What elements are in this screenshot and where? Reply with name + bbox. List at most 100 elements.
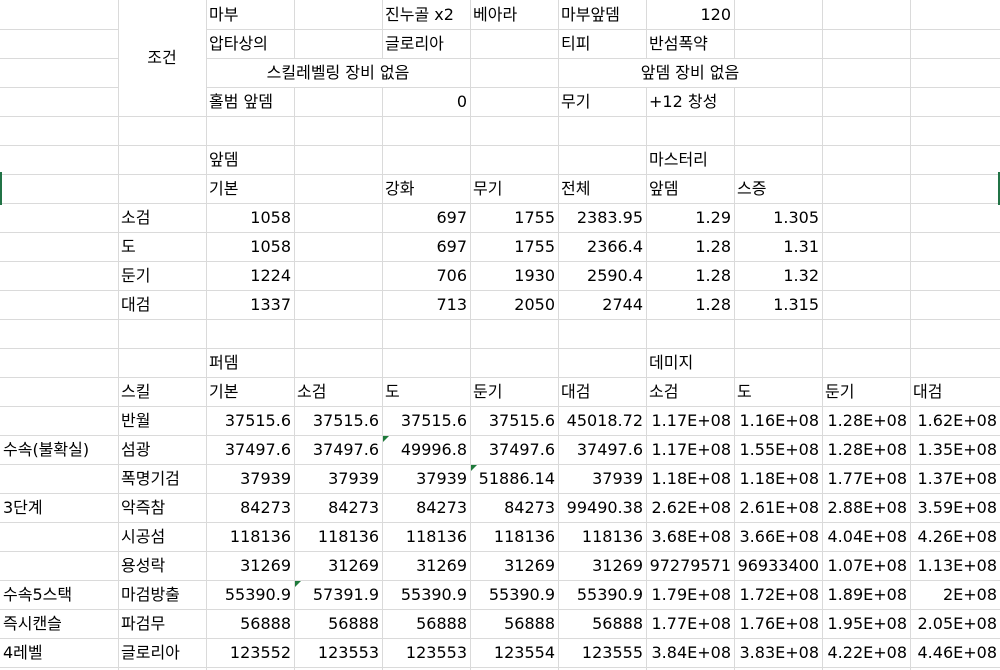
perdem-header-cell[interactable]: 소검 [294, 377, 382, 406]
perdem-value-cell[interactable]: 97279571 [646, 551, 734, 580]
apdem-base-cell[interactable]: 1224 [206, 261, 294, 290]
apdem-header-cell[interactable]: 앞뎀 [646, 174, 734, 203]
perdem-header-cell[interactable]: 도 [382, 377, 470, 406]
apdem-total-cell[interactable]: 2366.4 [558, 232, 646, 261]
apdem-total-cell[interactable]: 2383.95 [558, 203, 646, 232]
apdem-total-cell[interactable]: 2590.4 [558, 261, 646, 290]
perdem-value-cell[interactable]: 2.61E+08 [734, 493, 822, 522]
perdem-header-cell[interactable]: 기본 [206, 377, 294, 406]
perdem-title-cell[interactable]: 퍼뎀 [206, 348, 294, 377]
perdem-value-cell[interactable]: 1.37E+08 [910, 464, 1000, 493]
perdem-value-cell[interactable]: 123554 [470, 638, 558, 667]
perdem-skill-cell[interactable]: 폭명기검 [118, 464, 206, 493]
perdem-skill-cell[interactable]: 악즉참 [118, 493, 206, 522]
cell-mabu-apdem[interactable]: 마부앞뎀 [558, 0, 646, 29]
perdem-skill-cell[interactable]: 섬광 [118, 435, 206, 464]
perdem-value-cell[interactable]: 1.72E+08 [734, 580, 822, 609]
perdem-value-cell[interactable]: 1.18E+08 [646, 464, 734, 493]
perdem-value-cell[interactable]: 31269 [382, 551, 470, 580]
perdem-header-cell[interactable]: 대검 [558, 377, 646, 406]
perdem-value-cell[interactable]: 37515.6 [470, 406, 558, 435]
perdem-value-cell[interactable]: 37497.6 [206, 435, 294, 464]
cell-apdem-equip-note[interactable]: 앞뎀 장비 없음 [558, 58, 822, 87]
perdem-value-cell[interactable]: 37939 [382, 464, 470, 493]
perdem-value-cell[interactable]: 1.18E+08 [734, 464, 822, 493]
perdem-value-cell[interactable]: 55390.9 [470, 580, 558, 609]
apdem-row-label[interactable]: 도 [118, 232, 206, 261]
perdem-value-cell[interactable]: 56888 [294, 609, 382, 638]
apdem-row-label[interactable]: 소검 [118, 203, 206, 232]
perdem-skill-cell[interactable]: 마검방출 [118, 580, 206, 609]
perdem-value-cell[interactable]: 1.77E+08 [822, 464, 910, 493]
perdem-value-cell[interactable]: 1.28E+08 [822, 406, 910, 435]
perdem-value-cell[interactable]: 123552 [206, 638, 294, 667]
apdem-base-cell[interactable]: 1058 [206, 232, 294, 261]
perdem-value-cell[interactable]: 84273 [382, 493, 470, 522]
perdem-value-cell[interactable]: 31269 [558, 551, 646, 580]
apdem-base-cell[interactable]: 1337 [206, 290, 294, 319]
perdem-value-cell[interactable]: 37497.6 [558, 435, 646, 464]
cell-tipi[interactable]: 티피 [558, 29, 646, 58]
perdem-value-cell[interactable]: 55390.9 [382, 580, 470, 609]
perdem-value-cell[interactable]: 123555 [558, 638, 646, 667]
cell-beara[interactable]: 베아라 [470, 0, 558, 29]
perdem-value-cell[interactable]: 4.04E+08 [822, 522, 910, 551]
perdem-value-cell[interactable]: 118136 [558, 522, 646, 551]
perdem-value-cell[interactable]: 45018.72 [558, 406, 646, 435]
perdem-value-cell[interactable]: 1.28E+08 [822, 435, 910, 464]
perdem-value-cell[interactable]: 3.59E+08 [910, 493, 1000, 522]
perdem-value-cell[interactable]: 1.07E+08 [822, 551, 910, 580]
cell-jinugol[interactable]: 진누골 x2 [382, 0, 470, 29]
apdem-header-cell[interactable]: 무기 [470, 174, 558, 203]
apdem-header-cell[interactable]: 강화 [382, 174, 470, 203]
perdem-value-cell[interactable]: 37515.6 [206, 406, 294, 435]
perdem-value-cell[interactable]: 3.84E+08 [646, 638, 734, 667]
apdem-header-cell[interactable]: 기본 [206, 174, 294, 203]
perdem-value-cell[interactable]: 84273 [294, 493, 382, 522]
damage-title-cell[interactable]: 데미지 [646, 348, 734, 377]
perdem-value-cell[interactable]: 2.62E+08 [646, 493, 734, 522]
apdem-row-label[interactable]: 대검 [118, 290, 206, 319]
perdem-header-cell[interactable]: 둔기 [822, 377, 910, 406]
apdem-mastery-cell[interactable]: 1.28 [646, 261, 734, 290]
perdem-group-cell[interactable]: 즉시캔슬 [0, 609, 118, 638]
perdem-value-cell[interactable]: 3.66E+08 [734, 522, 822, 551]
perdem-skill-cell[interactable]: 용성락 [118, 551, 206, 580]
perdem-skill-cell[interactable]: 글로리아 [118, 638, 206, 667]
perdem-value-cell[interactable]: 1.89E+08 [822, 580, 910, 609]
perdem-value-cell[interactable]: 4.46E+08 [910, 638, 1000, 667]
perdem-value-cell[interactable]: 1.76E+08 [734, 609, 822, 638]
perdem-header-cell[interactable]: 도 [734, 377, 822, 406]
perdem-value-cell[interactable]: 3.68E+08 [646, 522, 734, 551]
perdem-value-cell[interactable]: 31269 [470, 551, 558, 580]
cell-weapon[interactable]: 무기 [558, 87, 646, 116]
perdem-value-cell[interactable]: 31269 [206, 551, 294, 580]
perdem-skill-cell[interactable]: 시공섬 [118, 522, 206, 551]
perdem-value-cell[interactable]: 3.83E+08 [734, 638, 822, 667]
apdem-enh-cell[interactable]: 713 [382, 290, 470, 319]
cell-gloria[interactable]: 글로리아 [382, 29, 470, 58]
perdem-skill-cell[interactable]: 반월 [118, 406, 206, 435]
perdem-value-cell[interactable]: 1.17E+08 [646, 435, 734, 464]
cell-mabu[interactable]: 마부 [206, 0, 294, 29]
perdem-group-cell[interactable]: 수속5스택 [0, 580, 118, 609]
apdem-skill-cell[interactable]: 1.305 [734, 203, 822, 232]
apdem-mastery-cell[interactable]: 1.28 [646, 290, 734, 319]
cell-holbum-value[interactable]: 0 [382, 87, 470, 116]
perdem-value-cell[interactable]: 1.62E+08 [910, 406, 1000, 435]
perdem-value-cell[interactable]: 84273 [470, 493, 558, 522]
perdem-value-cell[interactable]: 123553 [382, 638, 470, 667]
perdem-value-cell[interactable]: 1.13E+08 [910, 551, 1000, 580]
perdem-group-cell[interactable]: 3단계 [0, 493, 118, 522]
perdem-value-cell[interactable]: 99490.38 [558, 493, 646, 522]
perdem-value-cell[interactable]: 1.17E+08 [646, 406, 734, 435]
apdem-skill-cell[interactable]: 1.31 [734, 232, 822, 261]
perdem-header-cell[interactable]: 소검 [646, 377, 734, 406]
perdem-value-cell[interactable]: 37939 [206, 464, 294, 493]
apdem-mastery-cell[interactable]: 1.29 [646, 203, 734, 232]
perdem-value-cell[interactable]: 37497.6 [294, 435, 382, 464]
spreadsheet-grid[interactable]: 조건 마부 진누골 x2 베아라 마부앞뎀 120 압타상의 글로리아 티피 반섬폭약 스킬레벨링 … [0, 0, 1000, 670]
perdem-value-cell[interactable]: 37939 [558, 464, 646, 493]
mastery-title-cell[interactable]: 마스터리 [646, 145, 734, 174]
apdem-total-cell[interactable]: 2744 [558, 290, 646, 319]
